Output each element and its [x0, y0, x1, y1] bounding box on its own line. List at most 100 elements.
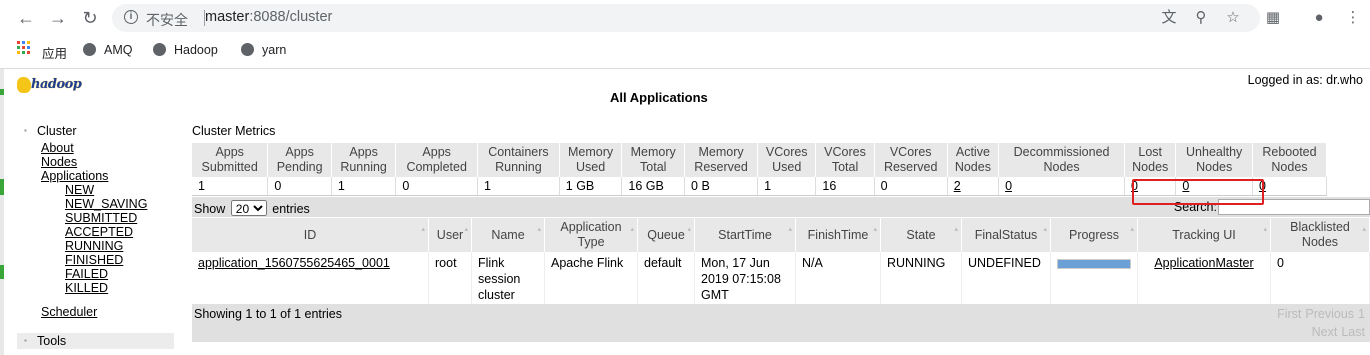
- edge-mark: [0, 89, 4, 95]
- nav-scheduler-link[interactable]: Scheduler: [41, 305, 174, 319]
- app-id-link[interactable]: application_1560755625465_0001: [198, 256, 390, 270]
- page-size-select[interactable]: 20: [230, 200, 267, 216]
- address-bar[interactable]: i 不安全 master:8088/cluster: [112, 4, 1260, 32]
- apps-header-cell[interactable]: StartTime ▴: [694, 218, 796, 252]
- name-line: cluster: [478, 288, 515, 302]
- apps-header-cell[interactable]: Queue ▴: [637, 218, 695, 252]
- pager-next[interactable]: Next: [1312, 325, 1338, 339]
- sort-icon: ▴: [630, 226, 634, 233]
- zoom-icon[interactable]: ⚲: [1192, 9, 1210, 27]
- apps-header-cell[interactable]: Progress ▴: [1050, 218, 1138, 252]
- sort-icon: ▴: [464, 226, 468, 233]
- url-path: :8088/cluster: [249, 9, 333, 25]
- entries-label: entries: [272, 202, 310, 216]
- nav-state-failed[interactable]: FAILED: [65, 267, 174, 281]
- metrics-value-link[interactable]: 0: [1005, 179, 1012, 193]
- metrics-value-cell: 0 B: [684, 177, 759, 196]
- apps-header-cell[interactable]: Name ▴: [471, 218, 545, 252]
- metrics-header-line: Unhealthy: [1186, 145, 1243, 159]
- final-status-cell: UNDEFINED: [961, 252, 1051, 306]
- metrics-value-link[interactable]: 2: [954, 179, 961, 193]
- metrics-header-line: Nodes: [1132, 160, 1169, 174]
- apps-header-line: Application: [560, 220, 622, 234]
- start-line: 2019 07:15:08: [701, 272, 781, 286]
- apps-header-cell[interactable]: FinishTime ▴: [795, 218, 881, 252]
- metrics-header-line: Apps: [215, 145, 244, 159]
- apps-header-cell[interactable]: ID ▴: [192, 218, 429, 252]
- sort-icon: ▴: [954, 226, 958, 233]
- nav-app-states: NEW NEW_SAVING SUBMITTED ACCEPTED RUNNIN…: [17, 183, 174, 295]
- cluster-metrics-label: Cluster Metrics: [192, 124, 276, 138]
- nav-state-finished[interactable]: FINISHED: [65, 253, 174, 267]
- globe-icon: [153, 43, 166, 56]
- bookmark-yarn[interactable]: yarn: [241, 43, 286, 57]
- nav-applications-link[interactable]: Applications: [41, 169, 174, 183]
- globe-icon: [83, 43, 96, 56]
- forward-icon[interactable]: →: [47, 7, 69, 29]
- apps-header-cell[interactable]: User ▴: [428, 218, 472, 252]
- info-icon[interactable]: i: [124, 10, 138, 24]
- apps-header-line: User: [436, 227, 464, 242]
- menu-icon[interactable]: ⋮: [1344, 9, 1362, 27]
- nav-state-new-saving[interactable]: NEW_SAVING: [65, 197, 174, 211]
- nav-nodes-link[interactable]: Nodes: [41, 155, 174, 169]
- url-host: master: [205, 9, 250, 25]
- metrics-header-cell: Apps Running: [331, 143, 397, 177]
- show-label: Show: [194, 202, 226, 216]
- queue-cell: default: [637, 252, 695, 306]
- logged-in-label: Logged in as: dr.who: [1247, 73, 1363, 87]
- nav-about-link[interactable]: About: [41, 141, 174, 155]
- metrics-header-line: Running: [340, 160, 387, 174]
- apps-grid-icon[interactable]: [17, 41, 31, 55]
- metrics-header-line: VCores: [765, 145, 808, 159]
- metrics-header-line: Containers: [488, 145, 549, 159]
- apps-header-cell[interactable]: State ▴: [880, 218, 962, 252]
- nav-state-new[interactable]: NEW: [65, 183, 174, 197]
- metrics-header-cell: Apps Completed: [395, 143, 479, 177]
- apps-header-cell[interactable]: FinalStatus ▴: [961, 218, 1051, 252]
- pager-previous[interactable]: Previous: [1305, 307, 1354, 321]
- reading-list-icon[interactable]: ▦: [1264, 9, 1282, 27]
- back-icon[interactable]: ←: [15, 7, 37, 29]
- bookmark-yarn-label: yarn: [262, 43, 287, 57]
- metrics-header-line: Apps: [349, 145, 378, 159]
- apps-header-line: ID: [303, 227, 317, 242]
- bookmark-amq[interactable]: AMQ: [83, 43, 132, 57]
- apps-header-cell[interactable]: Application Type ▴: [544, 218, 638, 252]
- pager-first[interactable]: First: [1277, 307, 1301, 321]
- metrics-header-line: Completed: [406, 160, 467, 174]
- nav-state-running[interactable]: RUNNING: [65, 239, 174, 253]
- page-title: All Applications: [610, 90, 708, 105]
- url-text[interactable]: master:8088/cluster: [205, 9, 332, 25]
- profile-icon[interactable]: ●: [1310, 9, 1328, 27]
- application-master-link[interactable]: ApplicationMaster: [1154, 256, 1253, 270]
- nav-state-submitted[interactable]: SUBMITTED: [65, 211, 174, 225]
- nav-tools-header[interactable]: ▪ Tools: [17, 333, 174, 349]
- sort-icon: ▴: [687, 226, 691, 233]
- globe-icon: [241, 43, 254, 56]
- table-footer: Showing 1 to 1 of 1 entries First Previou…: [192, 304, 1370, 342]
- apps-header-cell[interactable]: Blacklisted Nodes ▴: [1270, 218, 1370, 252]
- translate-icon[interactable]: 文: [1160, 9, 1178, 27]
- pager-last[interactable]: Last: [1341, 325, 1365, 339]
- reload-icon[interactable]: ↻: [79, 7, 101, 29]
- bookmark-star-icon[interactable]: ☆: [1224, 9, 1242, 27]
- tracking-ui-highlight-box: [1132, 179, 1264, 205]
- metrics-value-cell: 16 GB: [621, 177, 686, 196]
- pager-page[interactable]: 1: [1358, 307, 1365, 321]
- start-line: Mon, 17 Jun: [701, 256, 770, 270]
- nav-cluster-header[interactable]: ▪ Cluster: [17, 121, 174, 141]
- metrics-header-line: Memory: [698, 145, 744, 159]
- hadoop-logo[interactable]: hadoop: [17, 77, 97, 95]
- metrics-header-line: Nodes: [1196, 160, 1233, 174]
- bookmark-hadoop-label: Hadoop: [174, 43, 218, 57]
- apps-header-cell[interactable]: Tracking UI ▴: [1137, 218, 1271, 252]
- metrics-value-cell: 16: [815, 177, 875, 196]
- nav-state-killed[interactable]: KILLED: [65, 281, 174, 295]
- blacklisted-cell: 0: [1270, 252, 1370, 306]
- nav-state-accepted[interactable]: ACCEPTED: [65, 225, 174, 239]
- bookmark-hadoop[interactable]: Hadoop: [153, 43, 218, 57]
- bookmark-apps[interactable]: 应用: [42, 43, 67, 62]
- metrics-header-line: Memory: [568, 145, 614, 159]
- nav-cluster-links: About Nodes Applications: [17, 141, 174, 183]
